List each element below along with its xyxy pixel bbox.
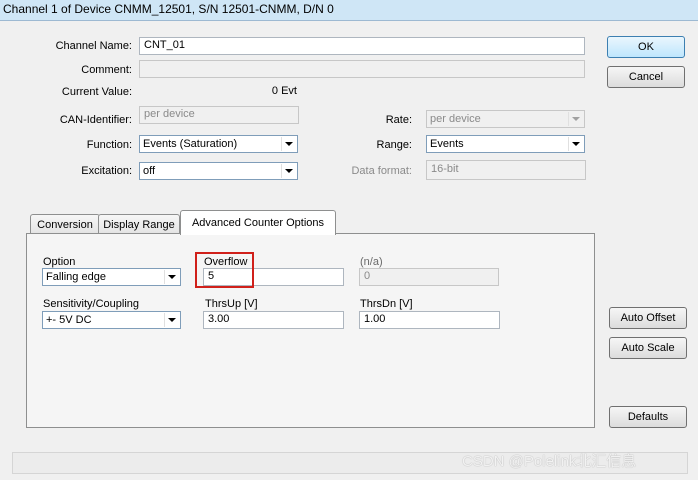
auto-scale-button[interactable]: Auto Scale (609, 337, 687, 359)
can-identifier-input: per device (139, 106, 299, 124)
sensitivity-coupling-value: +- 5V DC (46, 314, 92, 326)
na-label: (n/a) (360, 256, 383, 268)
excitation-label: Excitation: (81, 165, 132, 177)
thrsdn-input[interactable]: 1.00 (359, 311, 500, 329)
chevron-down-icon[interactable] (568, 137, 583, 151)
function-select[interactable]: Events (Saturation) (139, 135, 298, 153)
tab-conversion[interactable]: Conversion (30, 214, 100, 234)
sensitivity-coupling-label: Sensitivity/Coupling (43, 298, 139, 310)
current-value: 0 Evt (271, 85, 297, 97)
excitation-value: off (143, 165, 156, 177)
tab-advanced-counter-options[interactable]: Advanced Counter Options (180, 210, 336, 235)
chevron-down-icon[interactable] (281, 164, 296, 178)
advanced-counter-panel (26, 233, 595, 428)
ok-button[interactable]: OK (607, 36, 685, 58)
chevron-down-icon[interactable] (164, 313, 179, 327)
sensitivity-coupling-select[interactable]: +- 5V DC (42, 311, 181, 329)
channel-name-input[interactable]: CNT_01 (139, 37, 585, 55)
range-value: Events (430, 138, 464, 150)
na-input: 0 (359, 268, 499, 286)
defaults-button[interactable]: Defaults (609, 406, 687, 428)
option-value: Falling edge (46, 271, 106, 283)
thrsup-label: ThrsUp [V] (205, 298, 258, 310)
channel-name-label: Channel Name: (55, 40, 132, 52)
comment-label: Comment: (81, 64, 132, 76)
window-title: Channel 1 of Device CNMM_12501, S/N 1250… (3, 2, 334, 16)
chevron-down-icon (568, 112, 583, 126)
thrsup-input[interactable]: 3.00 (203, 311, 344, 329)
title-bar: Channel 1 of Device CNMM_12501, S/N 1250… (0, 0, 698, 21)
data-format-value: 16-bit (426, 160, 586, 180)
excitation-select[interactable]: off (139, 162, 298, 180)
range-label: Range: (376, 139, 412, 151)
chevron-down-icon[interactable] (164, 270, 179, 284)
overflow-highlight-box (195, 252, 254, 288)
thrsdn-label: ThrsDn [V] (360, 298, 413, 310)
comment-input[interactable] (139, 60, 585, 78)
auto-offset-button[interactable]: Auto Offset (609, 307, 687, 329)
rate-label: Rate: (385, 114, 412, 126)
watermark: CSDN @Polelink北汇信息 (462, 453, 637, 470)
cancel-button[interactable]: Cancel (607, 66, 685, 88)
option-label: Option (43, 256, 76, 268)
chevron-down-icon[interactable] (281, 137, 296, 151)
function-label: Function: (86, 139, 132, 151)
can-identifier-label: CAN-Identifier: (59, 114, 132, 126)
function-value: Events (Saturation) (143, 138, 238, 150)
tab-display-range[interactable]: Display Range (98, 214, 180, 234)
rate-value: per device (430, 113, 481, 125)
option-select[interactable]: Falling edge (42, 268, 181, 286)
current-value-label: Current Value: (61, 86, 132, 98)
data-format-label: Data format: (351, 165, 412, 177)
range-select[interactable]: Events (426, 135, 585, 153)
rate-select: per device (426, 110, 585, 128)
